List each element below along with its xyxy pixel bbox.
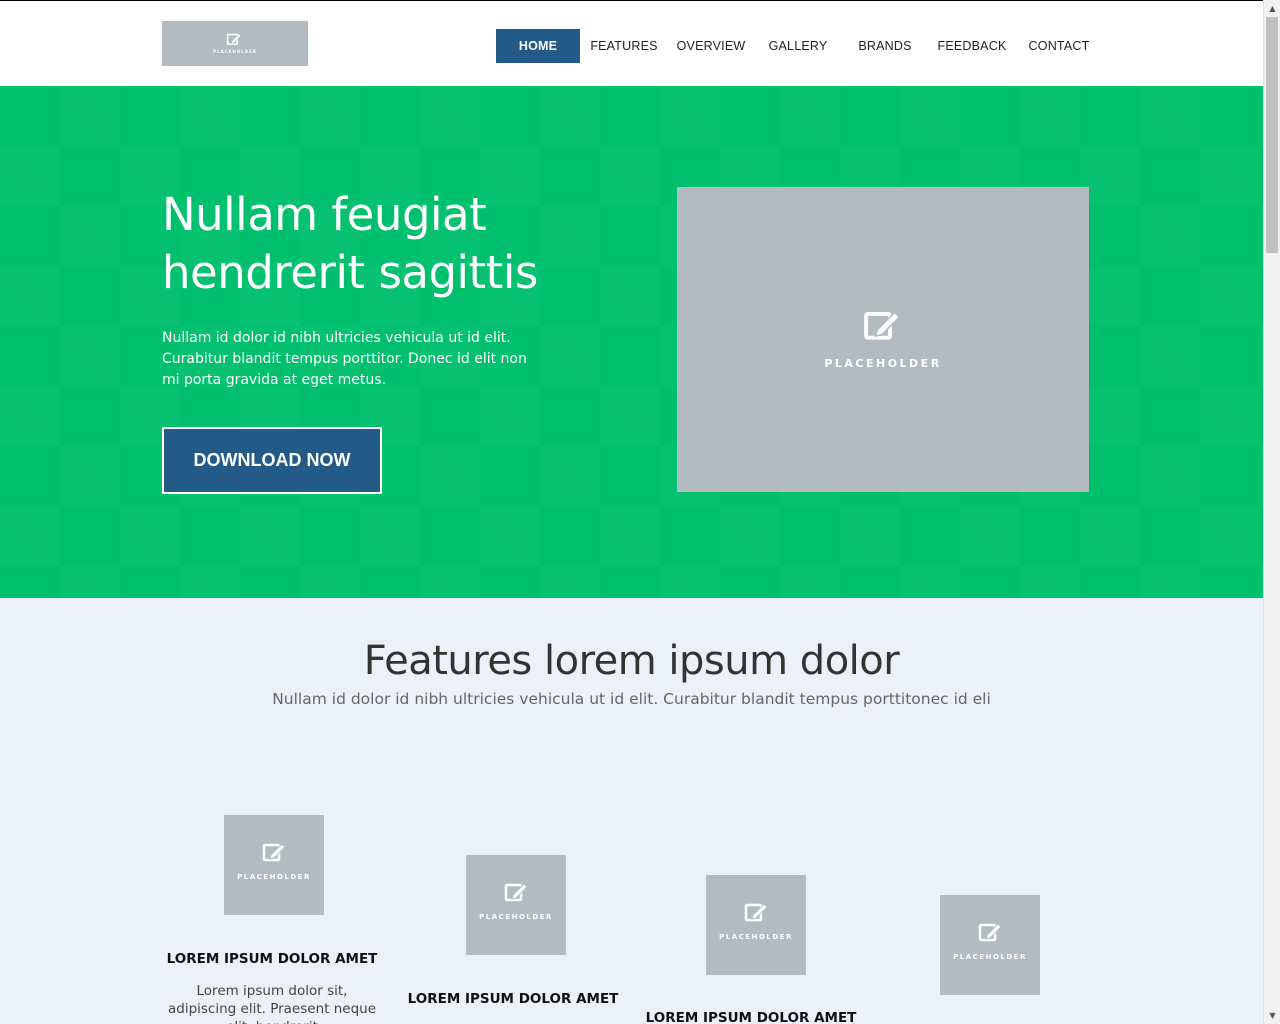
feature-title: LOREM IPSUM DOLOR AMET	[407, 991, 619, 1007]
edit-icon	[978, 921, 1002, 943]
feature-image-label: PLACEHOLDER	[953, 953, 1027, 961]
nav-home[interactable]: HOME	[496, 29, 580, 63]
nav-contact[interactable]: CONTACT	[1019, 29, 1099, 63]
nav-features[interactable]: FEATURES	[584, 29, 664, 63]
vertical-scrollbar[interactable]: ▲ ▼	[1263, 0, 1280, 1024]
edit-icon	[226, 32, 242, 46]
edit-icon	[863, 307, 901, 343]
hero-title: Nullam feugiat hendrerit sagittis	[162, 188, 538, 299]
nav-gallery[interactable]: GALLERY	[758, 29, 838, 63]
feature-title: LOREM IPSUM DOLOR AMET	[166, 951, 378, 967]
scrollbar-thumb[interactable]	[1266, 17, 1278, 253]
feature-image-label: PLACEHOLDER	[237, 873, 311, 881]
feature-text: Lorem ipsum dolor sit, adipiscing elit. …	[167, 983, 377, 1024]
hero-image-placeholder-label: PLACEHOLDER	[824, 357, 942, 370]
hero-image-placeholder: PLACEHOLDER	[677, 187, 1089, 492]
scroll-down-arrow-icon[interactable]: ▼	[1264, 1007, 1280, 1024]
features-subtitle: Nullam id dolor id nibh ultricies vehicu…	[272, 690, 991, 708]
feature-image-label: PLACEHOLDER	[479, 913, 553, 921]
feature-image-label: PLACEHOLDER	[719, 933, 793, 941]
nav-brands[interactable]: BRANDS	[845, 29, 925, 63]
hero-section: Nullam feugiat hendrerit sagittis Nullam…	[0, 86, 1263, 598]
page: PLACEHOLDER HOME FEATURES OVERVIEW GALLE…	[0, 0, 1263, 1024]
edit-icon	[504, 881, 528, 903]
site-header: PLACEHOLDER HOME FEATURES OVERVIEW GALLE…	[0, 0, 1263, 86]
nav-feedback[interactable]: FEEDBACK	[932, 29, 1012, 63]
features-title: Features lorem ipsum dolor	[363, 638, 900, 684]
logo-placeholder-label: PLACEHOLDER	[213, 49, 257, 54]
edit-icon	[744, 901, 768, 923]
feature-image-placeholder: PLACEHOLDER	[706, 875, 806, 975]
scroll-up-arrow-icon[interactable]: ▲	[1264, 0, 1280, 17]
logo-placeholder[interactable]: PLACEHOLDER	[162, 21, 308, 66]
edit-icon	[262, 841, 286, 863]
feature-image-placeholder: PLACEHOLDER	[466, 855, 566, 955]
feature-image-placeholder: PLACEHOLDER	[940, 895, 1040, 995]
hero-text: Nullam id dolor id nibh ultricies vehicu…	[162, 330, 527, 388]
feature-image-placeholder: PLACEHOLDER	[224, 815, 324, 915]
nav-overview[interactable]: OVERVIEW	[671, 29, 751, 63]
download-now-button[interactable]: DOWNLOAD NOW	[162, 427, 382, 494]
feature-title: LOREM IPSUM DOLOR AMET	[645, 1010, 857, 1024]
